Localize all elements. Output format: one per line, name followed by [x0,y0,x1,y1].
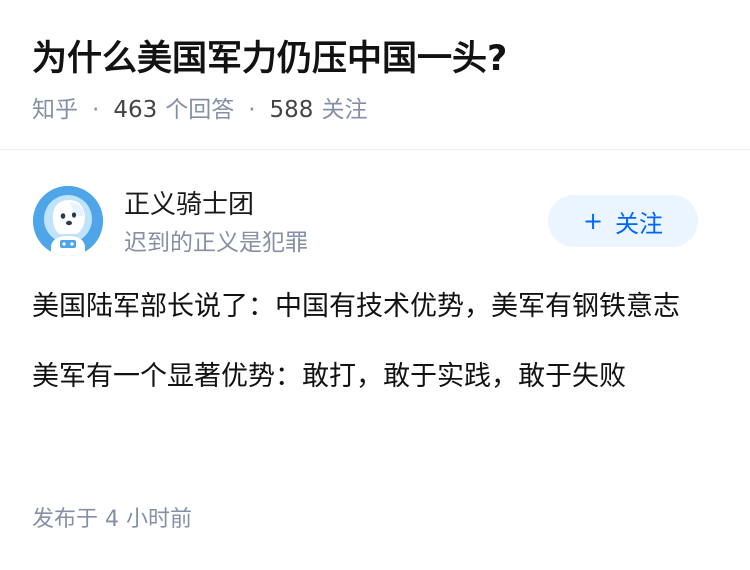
question-title[interactable]: 为什么美国军力仍压中国一头? [32,34,507,84]
source-label[interactable]: 知乎 [32,93,78,127]
avatar[interactable] [33,186,103,256]
astronaut-dog-icon [33,186,103,256]
answers-count: 463 [113,97,158,123]
follow-button[interactable]: + 关注 [548,195,698,247]
meta-separator: · [92,97,100,123]
plus-icon: + [582,207,604,235]
answer-paragraph: 美国陆军部长说了：中国有技术优势，美军有钢铁意志 [32,291,680,322]
author-name[interactable]: 正义骑士团 [124,186,254,224]
answers-label[interactable]: 个回答 [165,93,234,127]
question-header: 为什么美国军力仍压中国一头? 知乎 · 463 个回答 · 588 关注 [0,0,750,150]
follow-button-label: 关注 [615,209,664,238]
meta-separator: · [248,97,256,123]
followers-count: 588 [269,97,314,123]
answer-card: 正义骑士团 迟到的正义是犯罪 + 关注 美国陆军部长说了：中国有技术优势，美军有… [0,150,750,570]
author-bio: 迟到的正义是犯罪 [124,230,308,256]
followers-label[interactable]: 关注 [321,93,367,127]
answer-paragraph: 美军有一个显著优势：敢打，敢于实践，敢于失败 [32,361,626,392]
answer-content[interactable]: 美国陆军部长说了：中国有技术优势，美军有钢铁意志 美军有一个显著优势：敢打，敢于… [32,284,712,424]
publish-time: 发布于 4 小时前 [32,507,192,532]
question-meta: 知乎 · 463 个回答 · 588 关注 [32,93,367,127]
